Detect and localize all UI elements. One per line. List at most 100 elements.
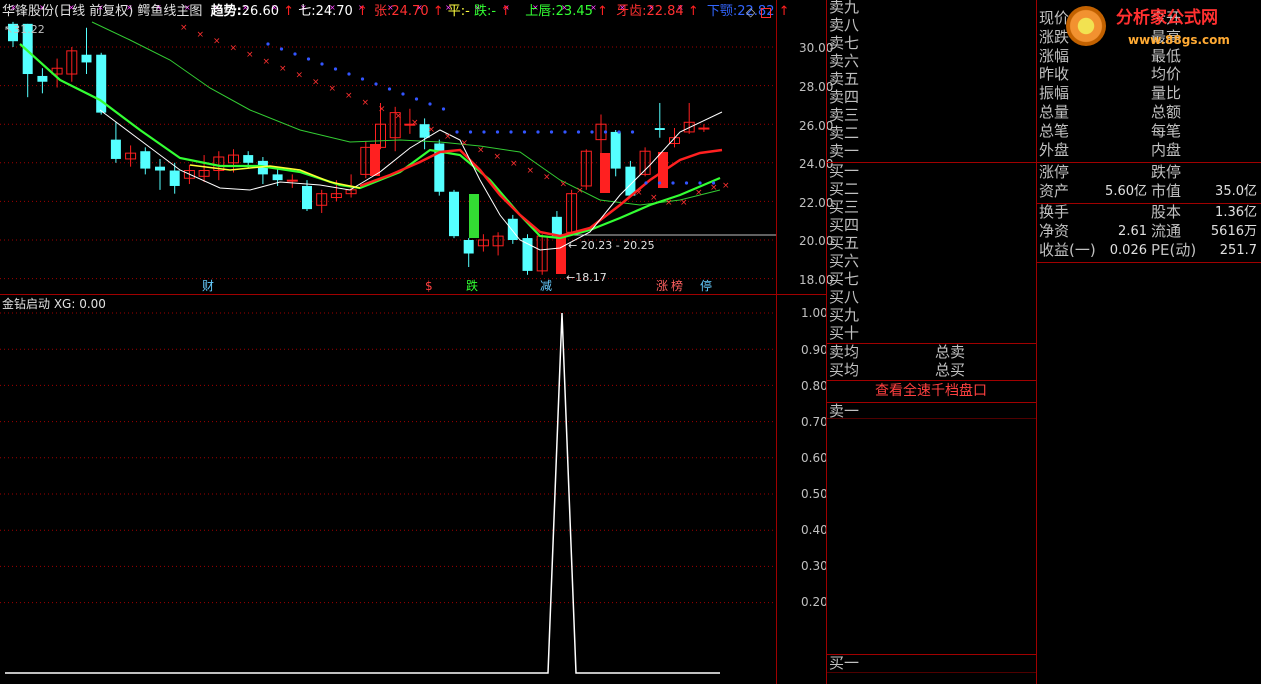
indicator-chart[interactable] (0, 295, 776, 684)
jaw-dot (333, 67, 338, 71)
teeth-marker: × (263, 57, 271, 67)
sell-level-label: 卖九 (829, 0, 860, 16)
candle-body (110, 139, 121, 159)
depth-sell-one: 卖一 (829, 402, 860, 420)
teeth-marker: × (411, 118, 419, 128)
event-flag-reduce[interactable]: 减 (540, 279, 552, 293)
teeth-marker: × (213, 37, 221, 47)
price-axis: 30.00 28.00 26.00 24.00 22.00 20.00 18.0… (776, 0, 833, 295)
event-flag-drop[interactable]: 跌 (466, 279, 478, 293)
pe-value: 251.7 (1219, 243, 1257, 258)
turnover-label: 换手 (1039, 203, 1070, 221)
candle-body (286, 179, 298, 182)
assets-value: 5.60亿 (1105, 184, 1147, 199)
indicator-tick: 0.70 (801, 415, 828, 429)
up-arrow-icon: ↑ (432, 4, 444, 19)
up-arrow-icon: ↑ (500, 4, 512, 19)
jaw-dot (293, 52, 297, 56)
buy-level-label: 买十 (829, 324, 860, 342)
up-arrow-icon: ↑ (283, 4, 295, 19)
pe-label: PE(动) (1151, 241, 1197, 259)
jaw-dot (455, 130, 459, 134)
maximize-icon[interactable] (761, 8, 771, 18)
indicator-tick: 1.00 (801, 306, 828, 320)
indicator-title: 金钻启动 XG: 0.00 (2, 297, 106, 311)
buy-level-label: 买五 (829, 234, 860, 252)
jaw-dot (576, 130, 581, 134)
indicator-tick: 0.30 (801, 559, 828, 573)
indicator-tick: 0.40 (801, 523, 828, 537)
teeth-marker: × (527, 166, 535, 176)
sell-level-label: 卖二 (829, 124, 860, 142)
eps-label: 收益(一) (1039, 241, 1096, 259)
site-watermark: 分析家公式网 www.88gs.com (1062, 2, 1261, 52)
jaw-dot (522, 130, 527, 134)
seven-value: 24.70 (315, 4, 353, 19)
candle-body (302, 185, 312, 210)
sub-indicator-panel[interactable]: 金钻启动 XG: 0.00 (0, 295, 776, 684)
event-flag-rise[interactable]: 涨 (656, 279, 668, 293)
indicator-tick: 0.60 (801, 451, 828, 465)
candle-body (551, 216, 562, 237)
sell-level-label: 卖七 (829, 34, 860, 52)
teeth-marker: × (680, 198, 688, 208)
indicator-name[interactable]: 鳄鱼线主图 (137, 4, 202, 19)
up-arrow-icon: ↑ (356, 4, 368, 19)
main-chart-panel[interactable]: × × × × × × × × × × × × × × × × × × × × × × × × × × × × × × × × × × × × × × × ×… (0, 0, 790, 295)
total-sell-label: 总卖 (935, 343, 966, 361)
event-flag-list[interactable]: 榜 (671, 279, 683, 293)
full-depth-link[interactable]: 查看全速千档盘口 (875, 384, 987, 398)
watermark-title: 分析家公式网 (1116, 8, 1218, 28)
limit-down-label: 跌停 (1151, 163, 1182, 181)
teeth-marker: × (180, 23, 188, 33)
watermark-url: www.88gs.com (1128, 33, 1230, 47)
diamond-icon[interactable]: ◇ (746, 5, 755, 19)
teeth-marker: × (494, 152, 502, 162)
jaw-dot (306, 57, 311, 61)
jaw-dot (279, 47, 284, 51)
teeth-marker: × (230, 43, 238, 53)
candlestick-chart[interactable]: ××××××××××××××××××××××××× × × × ×× × ×× × × × × × × ×… (0, 0, 776, 294)
sell-level-label: 卖六 (829, 52, 860, 70)
buy-average-label: 买均 (829, 361, 860, 379)
sell-level-label: 卖三 (829, 106, 860, 124)
event-flag-dollar[interactable]: $ (425, 279, 433, 293)
teeth-marker: × (378, 105, 386, 115)
jaw-label: 下颚: (706, 4, 738, 19)
candle-body (610, 131, 621, 169)
seven-label: 七: (298, 4, 316, 19)
candle-body-filled (556, 235, 566, 274)
teeth-marker: × (461, 139, 469, 149)
jaw-dot (428, 102, 432, 106)
buy-level-label: 买三 (829, 198, 860, 216)
share-capital-value: 1.36亿 (1215, 205, 1257, 220)
indicator-tick: 0.80 (801, 379, 828, 393)
teeth-marker: × (345, 91, 353, 101)
eps-value: 0.026 (1109, 243, 1147, 258)
jaw-dot (387, 87, 392, 91)
jaw-dot (360, 77, 365, 81)
teeth-marker: × (665, 198, 673, 208)
jaw-dot (401, 92, 405, 96)
jaw-dot (563, 130, 567, 134)
buy-level-label: 买六 (829, 252, 860, 270)
upper-lip-value: 23.45 (555, 4, 593, 19)
candle-body (698, 127, 710, 130)
net-assets-value: 2.61 (1118, 224, 1147, 239)
stat-label: 外盘 (1039, 140, 1070, 159)
event-flag-finance[interactable]: 财 (202, 279, 214, 293)
flower-logo-icon (1066, 6, 1106, 46)
net-assets-label: 净资 (1039, 222, 1070, 240)
candle-body (81, 54, 92, 63)
ping-label: 平:- (447, 4, 470, 19)
candle-body-green (469, 194, 479, 238)
teeth-marker: × (543, 173, 551, 183)
teeth-marker: × (650, 193, 658, 203)
teeth-marker: × (279, 64, 287, 74)
order-book-panel: 卖九 卖八 卖七 卖六 卖五 卖四 卖三 卖二 卖一 买一 买二 买三 买四 买五 买六 买七 买八 买九 买十 … (826, 0, 1037, 684)
zhang-value: 24.70 (391, 4, 429, 19)
event-flag-halt[interactable]: 停 (700, 279, 712, 293)
jaw-dot (266, 42, 270, 46)
candle-body (272, 174, 283, 181)
jaw-dot (698, 181, 702, 185)
